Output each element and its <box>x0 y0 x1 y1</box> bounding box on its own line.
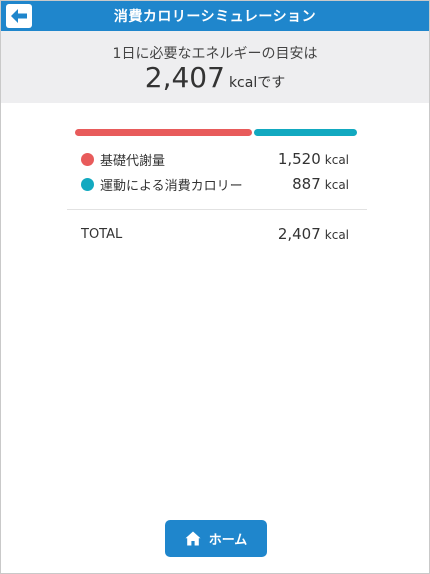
breakdown-value-unit: kcal <box>324 153 349 167</box>
breakdown-value-number: 1,520 <box>277 150 321 168</box>
basal-color-dot <box>81 152 94 166</box>
total-row: TOTAL 2,407 kcal <box>81 223 349 245</box>
summary-total-unit: kcalです <box>228 75 286 91</box>
home-button[interactable]: ホーム <box>165 520 267 557</box>
exercise-color-dot <box>81 177 94 191</box>
total-label: TOTAL <box>81 226 123 242</box>
breakdown-value: 1,520 kcal <box>278 150 349 168</box>
calorie-ratio-bar <box>75 129 357 136</box>
breakdown-value: 887 kcal <box>292 175 349 193</box>
summary-label: 1日に必要なエネルギーの目安は <box>112 46 318 62</box>
summary-total-value: 2,407 <box>144 61 225 94</box>
divider <box>67 209 367 210</box>
total-value-unit: kcal <box>324 228 349 242</box>
page-title: 消費カロリーシミュレーション <box>113 9 317 25</box>
ratio-bar-segment-basal <box>75 129 252 136</box>
summary-total: 2,407 kcalです <box>1 61 429 94</box>
total-value-number: 2,407 <box>277 225 321 243</box>
back-arrow-icon <box>11 9 27 23</box>
home-button-label: ホーム <box>208 533 248 548</box>
breakdown-label: 基礎代謝量 <box>100 153 166 169</box>
breakdown-row-exercise: 運動による消費カロリー 887 kcal <box>81 173 349 195</box>
breakdown-value-number: 887 <box>292 175 321 193</box>
ratio-bar-segment-exercise <box>253 129 357 136</box>
app-frame: 消費カロリーシミュレーション 1日に必要なエネルギーの目安は 2,407 kcal… <box>0 0 430 574</box>
breakdown-label: 運動による消費カロリー <box>100 178 243 194</box>
home-icon <box>185 531 201 546</box>
back-button[interactable] <box>6 4 32 28</box>
breakdown-value-unit: kcal <box>324 178 349 192</box>
energy-summary: 1日に必要なエネルギーの目安は 2,407 kcalです <box>1 31 429 103</box>
total-value: 2,407 kcal <box>278 225 349 243</box>
breakdown-row-basal: 基礎代謝量 1,520 kcal <box>81 148 349 170</box>
app-header: 消費カロリーシミュレーション <box>1 1 429 31</box>
